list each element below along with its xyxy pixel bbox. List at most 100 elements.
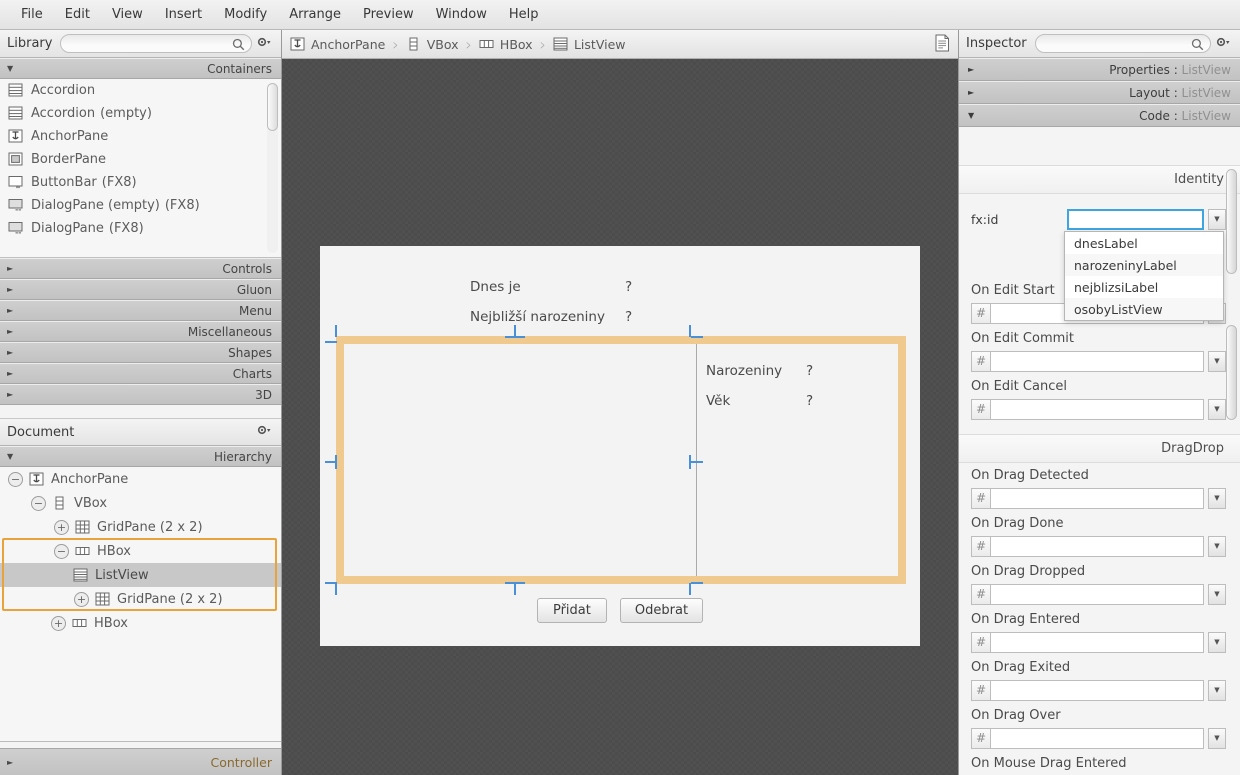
event-field-on-drag-dropped[interactable]: # ▼ — [959, 581, 1240, 607]
library-section-shapes[interactable]: ► Shapes — [0, 342, 281, 363]
event-field-on-edit-commit[interactable]: # ▼ — [959, 348, 1240, 374]
event-field-on-drag-detected[interactable]: # ▼ — [959, 485, 1240, 511]
event-input-on-edit-cancel[interactable] — [990, 398, 1204, 420]
resize-handle-bm-h[interactable] — [505, 582, 525, 584]
library-item-accordion-empty[interactable]: Accordion (empty) — [0, 102, 281, 125]
resize-handle-tl-h[interactable] — [325, 341, 337, 343]
tree-item-vbox[interactable]: − VBox — [0, 491, 281, 515]
menu-window[interactable]: Window — [425, 3, 498, 26]
menu-file[interactable]: File — [10, 3, 54, 26]
menu-help[interactable]: Help — [498, 3, 550, 26]
library-scrollbar[interactable] — [267, 83, 278, 253]
inspector-scrollbar-thumb[interactable] — [1226, 169, 1237, 274]
hbox-selected-region[interactable]: Narozeniny ? Věk ? — [325, 325, 906, 595]
library-section-3d[interactable]: ► 3D — [0, 384, 281, 405]
event-field-on-edit-cancel[interactable]: # ▼ — [959, 396, 1240, 422]
inspector-search-input[interactable] — [1034, 34, 1211, 53]
event-dropdown-arrow[interactable]: ▼ — [1208, 535, 1226, 557]
event-dropdown-arrow[interactable]: ▼ — [1208, 350, 1226, 372]
gridpane-right[interactable]: Narozeniny ? Věk ? — [706, 356, 846, 416]
library-section-containers[interactable]: ▼ Containers — [0, 58, 281, 79]
expand-toggle-icon[interactable]: + — [51, 615, 66, 631]
event-field-on-drag-done[interactable]: # ▼ — [959, 533, 1240, 559]
inspector-scrollbar-identity[interactable] — [1226, 169, 1237, 299]
resize-handle-tr-h[interactable] — [691, 336, 703, 338]
library-section-charts[interactable]: ► Charts — [0, 363, 281, 384]
resize-handle-br-v[interactable] — [689, 583, 691, 595]
tree-item-listview[interactable]: ListView — [0, 563, 281, 587]
odebrat-button[interactable]: Odebrat — [619, 598, 704, 623]
fxid-option-narozeninylabel[interactable]: narozeninyLabel — [1065, 254, 1223, 276]
document-gear-icon[interactable] — [252, 424, 274, 440]
menu-arrange[interactable]: Arrange — [278, 3, 352, 26]
collapse-toggle-icon[interactable]: − — [8, 471, 23, 487]
breadcrumb-item-listview[interactable]: ListView — [553, 37, 625, 52]
library-item-list[interactable]: Accordion Accordion (empty) AnchorPane B… — [0, 79, 281, 258]
event-input-on-drag-done[interactable] — [990, 535, 1204, 557]
library-scrollbar-thumb[interactable] — [267, 83, 278, 131]
tree-item-anchorpane[interactable]: − AnchorPane — [0, 467, 281, 491]
library-item-anchorpane[interactable]: AnchorPane — [0, 125, 281, 148]
expand-toggle-icon[interactable]: + — [54, 519, 69, 535]
fxid-option-osobylistview[interactable]: osobyListView — [1065, 298, 1223, 320]
menu-edit[interactable]: Edit — [54, 3, 101, 26]
library-item-borderpane[interactable]: BorderPane — [0, 148, 281, 171]
event-input-on-edit-commit[interactable] — [990, 350, 1204, 372]
event-field-on-drag-over[interactable]: # ▼ — [959, 725, 1240, 751]
hierarchy-section-header[interactable]: ▼ Hierarchy — [0, 446, 281, 467]
inspector-accordion-properties[interactable]: ► Properties : ListView — [959, 58, 1240, 81]
event-dropdown-arrow[interactable]: ▼ — [1208, 487, 1226, 509]
listview-component[interactable] — [344, 344, 697, 576]
library-section-menu[interactable]: ► Menu — [0, 300, 281, 321]
event-input-on-drag-entered[interactable] — [990, 631, 1204, 653]
controller-section-header[interactable]: ► Controller — [0, 748, 281, 775]
resize-handle-bl-v[interactable] — [335, 583, 337, 595]
hierarchy-tree[interactable]: − AnchorPane − VBox + GridPane (2 x 2) −… — [0, 467, 281, 742]
library-item-accordion[interactable]: Accordion — [0, 79, 281, 102]
tree-item-hbox-2[interactable]: + HBox — [0, 611, 281, 635]
inspector-scrollbar-main[interactable] — [1226, 325, 1237, 775]
tree-item-hbox-selected[interactable]: − HBox — [0, 539, 281, 563]
gridpane-top[interactable]: Dnes je ? Nejbližší narozeniny ? — [470, 272, 665, 332]
event-field-on-drag-exited[interactable]: # ▼ — [959, 677, 1240, 703]
design-canvas[interactable]: Dnes je ? Nejbližší narozeniny ? Narozen… — [282, 59, 958, 775]
inspector-accordion-layout[interactable]: ► Layout : ListView — [959, 81, 1240, 104]
pridat-button[interactable]: Přidat — [536, 598, 607, 623]
event-input-on-drag-over[interactable] — [990, 727, 1204, 749]
event-dropdown-arrow[interactable]: ▼ — [1208, 398, 1226, 420]
inspector-scrollbar-thumb[interactable] — [1226, 325, 1237, 420]
show-fxml-source-icon[interactable] — [934, 34, 950, 55]
breadcrumb-item-vbox[interactable]: VBox — [406, 37, 459, 52]
resize-handle-mr-h[interactable] — [691, 461, 703, 463]
menu-view[interactable]: View — [101, 3, 154, 26]
breadcrumb-item-hbox[interactable]: HBox — [479, 37, 533, 52]
resize-handle-br-h[interactable] — [691, 582, 703, 584]
library-item-dialogpane[interactable]: DialogPane (FX8) — [0, 217, 281, 240]
menu-preview[interactable]: Preview — [352, 3, 425, 26]
fxid-dropdown-list[interactable]: dnesLabel narozeninyLabel nejblizsiLabel… — [1064, 231, 1224, 321]
anchorpane-stage[interactable]: Dnes je ? Nejbližší narozeniny ? Narozen… — [320, 246, 920, 646]
event-dropdown-arrow[interactable]: ▼ — [1208, 679, 1226, 701]
resize-handle-tl-v[interactable] — [335, 325, 337, 337]
breadcrumb-item-anchorpane[interactable]: AnchorPane — [290, 37, 385, 52]
library-section-gluon[interactable]: ► Gluon — [0, 279, 281, 300]
fxid-input[interactable] — [1067, 208, 1204, 230]
event-dropdown-arrow[interactable]: ▼ — [1208, 727, 1226, 749]
inspector-accordion-code[interactable]: ▼ Code : ListView — [959, 104, 1240, 127]
library-section-controls[interactable]: ► Controls — [0, 258, 281, 279]
collapse-toggle-icon[interactable]: − — [54, 543, 69, 559]
event-input-on-drag-exited[interactable] — [990, 679, 1204, 701]
fxid-option-dneslabel[interactable]: dnesLabel — [1065, 232, 1223, 254]
event-input-on-drag-detected[interactable] — [990, 487, 1204, 509]
resize-handle-bl-h[interactable] — [325, 582, 337, 584]
library-search-input[interactable] — [60, 34, 252, 53]
library-section-miscellaneous[interactable]: ► Miscellaneous — [0, 321, 281, 342]
menu-insert[interactable]: Insert — [154, 3, 213, 26]
library-item-dialogpane-empty[interactable]: DialogPane (empty) (FX8) — [0, 194, 281, 217]
fxid-dropdown-arrow[interactable]: ▼ — [1208, 208, 1226, 230]
event-dropdown-arrow[interactable]: ▼ — [1208, 631, 1226, 653]
resize-handle-bm-v[interactable] — [514, 583, 516, 595]
event-dropdown-arrow[interactable]: ▼ — [1208, 583, 1226, 605]
collapse-toggle-icon[interactable]: − — [31, 495, 46, 511]
fxid-option-nejblizsilabel[interactable]: nejblizsiLabel — [1065, 276, 1223, 298]
